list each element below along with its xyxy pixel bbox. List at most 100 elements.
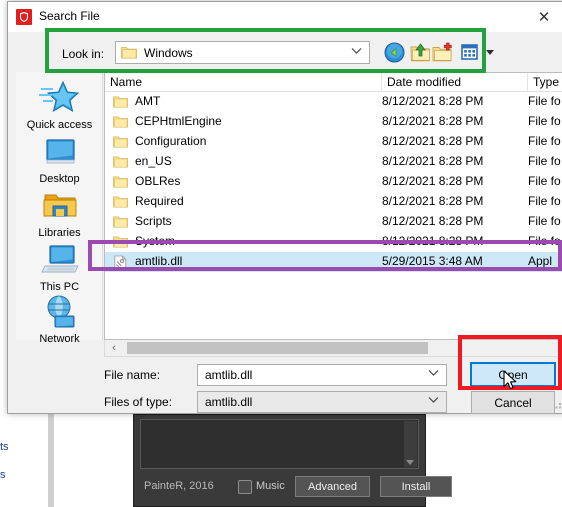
file-name-value: amtlib.dll <box>205 368 253 382</box>
column-header-date-modified[interactable]: Date modified <box>381 73 527 91</box>
installer-footer: PainteR, 2016 Music Advanced Install <box>134 468 452 506</box>
folder-icon <box>113 176 128 188</box>
chevron-down-icon[interactable] <box>428 369 439 377</box>
file-type: File fo <box>528 134 561 148</box>
desktop-monitor-icon <box>45 139 75 164</box>
table-row[interactable]: en_US 8/12/2021 8:28 PM File fo <box>105 152 562 172</box>
table-row[interactable]: CEPHtmlEngine 8/12/2021 8:28 PM File fo <box>105 112 562 132</box>
scroll-down-arrow-icon[interactable] <box>406 460 414 465</box>
file-name: OBLRes <box>135 174 181 188</box>
shield-icon <box>16 9 32 25</box>
scroll-left-arrow-icon[interactable]: ‹ <box>107 342 121 354</box>
table-row-selected[interactable]: amtlib.dll 5/29/2015 3:48 AM Appl <box>105 252 562 272</box>
background-text-fragment-1: ts <box>0 441 9 453</box>
look-in-dropdown[interactable]: Windows <box>115 41 370 64</box>
folder-icon <box>113 236 128 248</box>
places-bar: Quick access Desktop Libraries This PC N… <box>16 72 103 345</box>
file-name: Configuration <box>135 134 207 148</box>
file-list-pane: Name Date modified Type AMT 8/12/2021 8:… <box>104 72 562 340</box>
scroll-right-arrow-icon[interactable]: › <box>553 342 562 354</box>
files-of-type-dropdown[interactable]: amtlib.dll <box>197 391 447 413</box>
network-globe-icon <box>47 295 74 328</box>
create-new-folder-icon[interactable] <box>432 42 453 63</box>
resize-grip-icon[interactable] <box>554 398 562 410</box>
views-chevron-down-icon[interactable] <box>486 50 494 55</box>
chevron-down-icon[interactable] <box>351 47 362 55</box>
dll-file-icon <box>114 255 127 269</box>
file-type: File fo <box>528 174 561 188</box>
chevron-down-icon[interactable] <box>428 396 439 404</box>
file-name: System <box>135 234 176 248</box>
folder-icon <box>113 96 128 108</box>
dialog-titlebar: Search File ✕ <box>8 2 562 32</box>
background-vertical-bar <box>48 414 54 507</box>
background-text-fragment-2: s <box>0 469 6 481</box>
music-checkbox-label: Music <box>256 480 285 492</box>
place-item-libraries[interactable]: Libraries <box>16 182 103 244</box>
folder-icon <box>113 136 128 148</box>
installer-scrollbar[interactable] <box>404 421 417 467</box>
close-icon[interactable]: ✕ <box>527 6 561 28</box>
file-name: Scripts <box>135 214 172 228</box>
files-of-type-value: amtlib.dll <box>205 395 253 409</box>
table-row[interactable]: System 8/12/2021 8:28 PM File fo <box>105 232 562 252</box>
table-row[interactable]: Required 8/12/2021 8:28 PM File fo <box>105 192 562 212</box>
file-list-header: Name Date modified Type <box>105 73 562 92</box>
music-checkbox[interactable] <box>238 480 252 494</box>
file-date: 8/12/2021 8:28 PM <box>382 94 484 108</box>
file-date: 8/12/2021 8:28 PM <box>382 194 484 208</box>
file-list-horizontal-scrollbar[interactable]: ‹ › <box>104 340 562 357</box>
file-date: 8/12/2021 8:28 PM <box>382 174 484 188</box>
dialog-title: Search File <box>39 9 100 23</box>
file-name-input[interactable]: amtlib.dll <box>197 364 447 386</box>
quick-access-star-icon <box>38 80 79 113</box>
background-installer-window: PainteR, 2016 Music Advanced Install <box>133 414 452 507</box>
look-in-label: Look in: <box>62 47 105 61</box>
table-row[interactable]: AMT 8/12/2021 8:28 PM File fo <box>105 92 562 112</box>
search-file-dialog: Search File ✕ Look in: Windows Quick acc… <box>7 1 562 414</box>
install-button[interactable]: Install <box>380 476 452 497</box>
back-icon[interactable] <box>384 42 405 63</box>
open-button[interactable]: Open <box>470 362 556 387</box>
file-name-label: File name: <box>104 368 161 382</box>
folder-icon <box>113 116 128 128</box>
file-type: File fo <box>528 114 561 128</box>
file-type: File fo <box>528 194 561 208</box>
views-icon[interactable] <box>460 42 481 63</box>
table-row[interactable]: OBLRes 8/12/2021 8:28 PM File fo <box>105 172 562 192</box>
place-item-quick-access[interactable]: Quick access <box>16 74 103 136</box>
installer-credit: PainteR, 2016 <box>144 480 214 492</box>
file-type: File fo <box>528 214 561 228</box>
table-row[interactable]: Configuration 8/12/2021 8:28 PM File fo <box>105 132 562 152</box>
file-name: amtlib.dll <box>135 254 183 268</box>
table-row[interactable]: Scripts 8/12/2021 8:28 PM File fo <box>105 212 562 232</box>
file-date: 8/12/2021 8:28 PM <box>382 154 484 168</box>
place-item-network[interactable]: Network <box>16 288 103 350</box>
horizontal-scroll-thumb[interactable] <box>127 342 428 354</box>
file-type: Appl <box>528 254 553 268</box>
folder-icon <box>113 196 128 208</box>
file-type: File fo <box>528 234 561 248</box>
folder-icon <box>113 156 128 168</box>
file-name: Required <box>135 194 184 208</box>
cancel-button[interactable]: Cancel <box>471 391 555 414</box>
file-date: 8/12/2021 8:28 PM <box>382 234 484 248</box>
installer-log-panel <box>140 419 419 469</box>
file-date: 8/12/2021 8:28 PM <box>382 134 484 148</box>
file-date: 5/29/2015 3:48 AM <box>382 254 483 268</box>
file-type: File fo <box>528 94 561 108</box>
column-header-type[interactable]: Type <box>527 73 562 91</box>
place-item-desktop[interactable]: Desktop <box>16 128 103 190</box>
column-header-name[interactable]: Name <box>105 73 381 91</box>
folder-icon <box>121 47 137 59</box>
screen: ts s PainteR, 2016 Music Advanced Instal… <box>0 0 562 507</box>
file-name: CEPHtmlEngine <box>135 114 222 128</box>
up-one-level-icon[interactable] <box>410 42 431 63</box>
file-name: AMT <box>135 94 161 108</box>
file-name: en_US <box>135 154 172 168</box>
file-date: 8/12/2021 8:28 PM <box>382 214 484 228</box>
file-list-rows: AMT 8/12/2021 8:28 PM File fo CEPHtmlEng… <box>105 92 562 339</box>
advanced-button[interactable]: Advanced <box>295 476 370 497</box>
file-type: File fo <box>528 154 561 168</box>
this-pc-computer-icon <box>40 245 79 273</box>
